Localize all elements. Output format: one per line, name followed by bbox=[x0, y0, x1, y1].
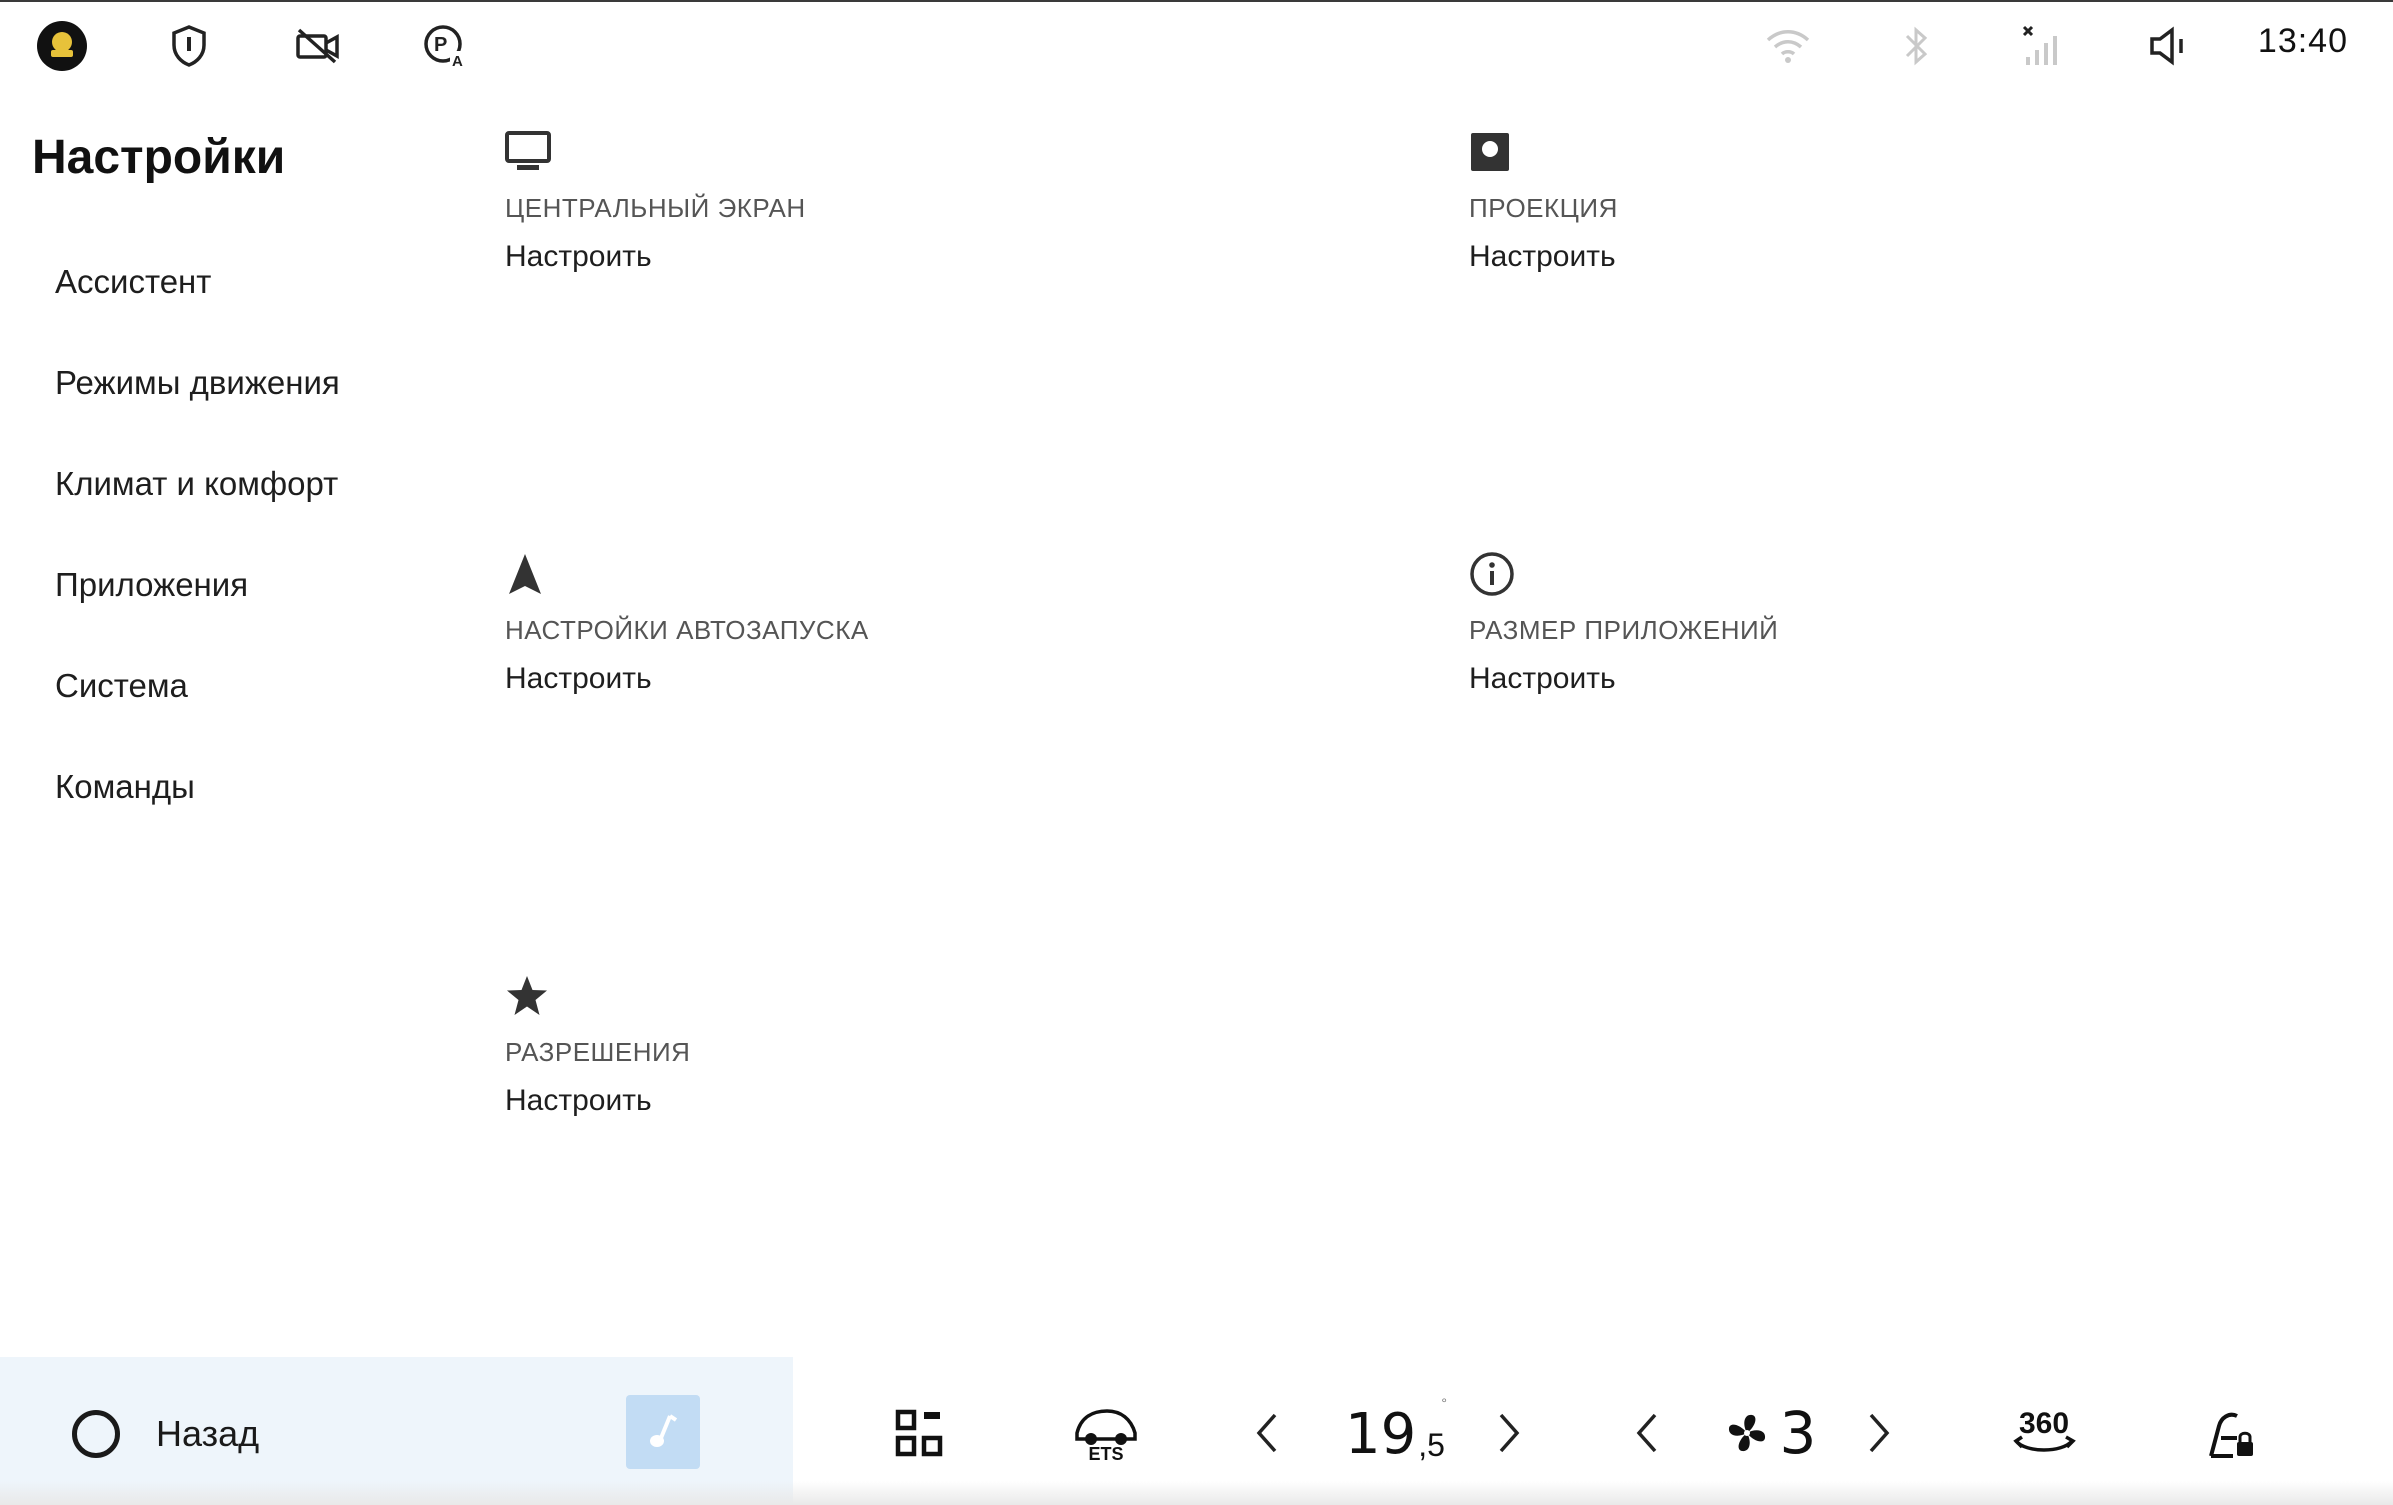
tile-autostart[interactable]: НАСТРОЙКИ АВТОЗАПУСКА Настроить bbox=[505, 549, 1105, 749]
configure-link[interactable]: Настроить bbox=[505, 1084, 652, 1118]
svg-text:360: 360 bbox=[2019, 1407, 2069, 1440]
info-icon bbox=[1469, 549, 1519, 599]
chevron-left-icon bbox=[1636, 1413, 1657, 1453]
fan-display: 3 bbox=[1720, 1397, 1820, 1469]
sidebar-item-drive-modes[interactable]: Режимы движения bbox=[55, 356, 340, 457]
tile-title: РАЗРЕШЕНИЯ bbox=[505, 1037, 691, 1067]
temp-increase-button[interactable] bbox=[1492, 1397, 1528, 1469]
volume-icon[interactable] bbox=[2143, 18, 2199, 74]
projection-icon bbox=[1469, 127, 1519, 177]
temperature-display: 19 ,5 ° bbox=[1345, 1395, 1447, 1467]
bluetooth-icon[interactable] bbox=[1888, 18, 1944, 74]
temp-decrease-button[interactable] bbox=[1248, 1397, 1284, 1469]
sidebar-item-assistant[interactable]: Ассистент bbox=[55, 255, 340, 356]
ets-logo-icon[interactable] bbox=[34, 18, 90, 74]
apps-grid-button[interactable] bbox=[884, 1397, 954, 1469]
temperature-decimal: ,5 bbox=[1418, 1427, 1445, 1463]
signal-off-icon[interactable] bbox=[2015, 18, 2071, 74]
seat-lock-button[interactable] bbox=[2198, 1397, 2264, 1469]
view-360-button[interactable]: 360 bbox=[2006, 1397, 2082, 1469]
tile-central-screen[interactable]: ЦЕНТРАЛЬНЫЙ ЭКРАН Настроить bbox=[505, 127, 1105, 327]
fan-level: 3 bbox=[1779, 1399, 1817, 1467]
tile-title: ПРОЕКЦИЯ bbox=[1469, 193, 1618, 223]
back-button[interactable]: Назад bbox=[72, 1406, 259, 1462]
tile-projection[interactable]: ПРОЕКЦИЯ Настроить bbox=[1469, 127, 2069, 327]
navigation-arrow-icon bbox=[505, 549, 555, 599]
sidebar-item-climate[interactable]: Климат и комфорт bbox=[55, 457, 340, 558]
ets-car-icon: ETS bbox=[1075, 1409, 1137, 1463]
tile-title: РАЗМЕР ПРИЛОЖЕНИЙ bbox=[1469, 615, 1779, 645]
back-label: Назад bbox=[156, 1413, 260, 1454]
status-bar: P A 13:40 bbox=[0, 2, 2393, 90]
camera-off-icon[interactable] bbox=[290, 18, 346, 74]
music-note-icon bbox=[650, 1414, 678, 1447]
wifi-icon[interactable] bbox=[1760, 18, 1816, 74]
svg-text:P: P bbox=[434, 34, 447, 56]
music-button[interactable] bbox=[626, 1395, 700, 1469]
apps-grid-icon bbox=[895, 1409, 943, 1457]
sidebar-nav: Ассистент Режимы движения Климат и комфо… bbox=[55, 255, 340, 861]
parking-assist-icon[interactable]: P A bbox=[417, 18, 473, 74]
fan-increase-button[interactable] bbox=[1862, 1397, 1898, 1469]
configure-link[interactable]: Настроить bbox=[1469, 240, 1616, 274]
fan-icon bbox=[1728, 1414, 1765, 1452]
tile-permissions[interactable]: РАЗРЕШЕНИЯ Настроить bbox=[505, 971, 1105, 1171]
temperature-value: 19 bbox=[1345, 1402, 1417, 1467]
clock: 13:40 bbox=[2257, 22, 2348, 60]
bottom-bar: Назад ETS 19 ,5 ° 3 360 bbox=[0, 1357, 2393, 1505]
svg-text:A: A bbox=[452, 53, 463, 69]
temperature-unit: ° bbox=[1441, 1395, 1447, 1411]
fan-decrease-button[interactable] bbox=[1628, 1397, 1664, 1469]
configure-link[interactable]: Настроить bbox=[1469, 662, 1616, 696]
tile-title: ЦЕНТРАЛЬНЫЙ ЭКРАН bbox=[505, 193, 806, 223]
home-circle-icon bbox=[72, 1410, 120, 1458]
star-icon bbox=[505, 971, 555, 1021]
ets-car-button[interactable]: ETS bbox=[1068, 1397, 1144, 1469]
tile-app-size[interactable]: РАЗМЕР ПРИЛОЖЕНИЙ Настроить bbox=[1469, 549, 2069, 749]
chevron-left-icon bbox=[1256, 1413, 1277, 1453]
configure-link[interactable]: Настроить bbox=[505, 240, 652, 274]
seat-lock-icon bbox=[2209, 1412, 2253, 1458]
configure-link[interactable]: Настроить bbox=[505, 662, 652, 696]
chevron-right-icon bbox=[1499, 1413, 1520, 1453]
rotate-360-icon: 360 bbox=[2013, 1407, 2076, 1452]
chevron-right-icon bbox=[1869, 1413, 1890, 1453]
tile-title: НАСТРОЙКИ АВТОЗАПУСКА bbox=[505, 615, 869, 645]
shield-icon[interactable] bbox=[161, 18, 217, 74]
bottom-shadow bbox=[0, 1481, 2393, 1505]
sidebar-item-system[interactable]: Система bbox=[55, 659, 340, 760]
page-title: Настройки bbox=[32, 131, 286, 184]
svg-text:ETS: ETS bbox=[1088, 1444, 1123, 1463]
sidebar-item-commands[interactable]: Команды bbox=[55, 760, 340, 861]
monitor-icon bbox=[505, 127, 555, 177]
sidebar-item-apps[interactable]: Приложения bbox=[55, 558, 340, 659]
